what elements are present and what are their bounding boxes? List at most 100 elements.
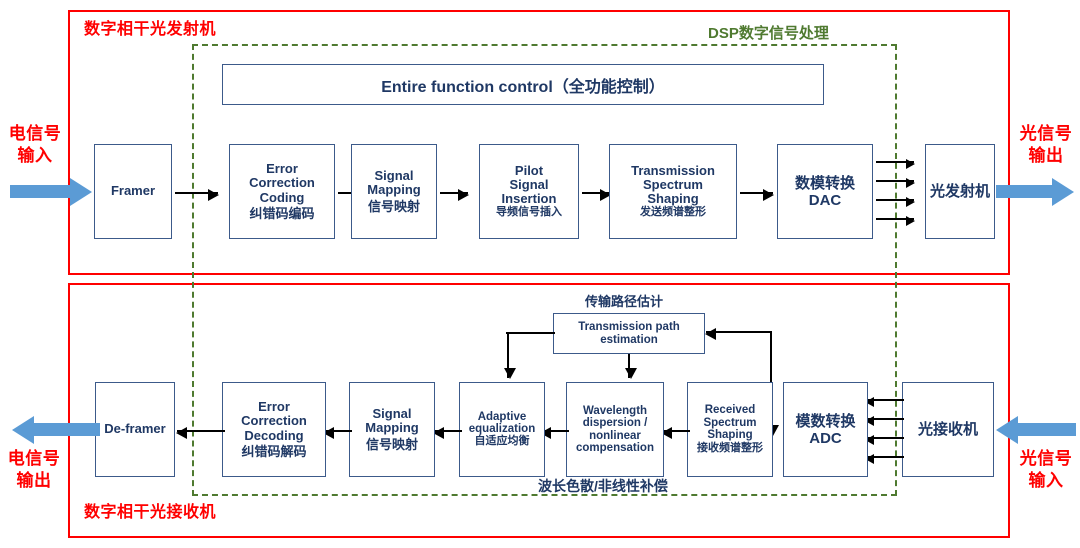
adc-to-tpe-arrowhead bbox=[705, 327, 720, 340]
tx-dac-en: DAC bbox=[808, 191, 842, 209]
rx-wdc-line4: compensation bbox=[576, 441, 654, 454]
rx-arrow-wavelength-to-adaptive bbox=[540, 426, 569, 439]
tx-input-label: 电信号 输入 bbox=[4, 125, 66, 164]
rx-input-arrow bbox=[996, 416, 1080, 444]
tx-input-label-line2: 输入 bbox=[17, 146, 53, 165]
tx-block-error-correction-coding[interactable]: Error Correction Coding 纠错码编码 bbox=[229, 144, 335, 239]
rx-adaptive-line1: Adaptive bbox=[477, 410, 527, 423]
rx-adaptive-line2: equalization bbox=[468, 423, 536, 436]
rx-block-adc[interactable]: 模数转换 ADC bbox=[783, 382, 868, 477]
tx-tss-cn: 发送频谱整形 bbox=[640, 206, 706, 219]
tx-dac-bus-lane-2 bbox=[876, 177, 915, 188]
dsp-region-label: DSP数字信号处理 bbox=[708, 25, 829, 42]
tx-ecc-cn: 纠错码编码 bbox=[249, 205, 315, 221]
rx-rss-line1: Received bbox=[704, 404, 756, 417]
rx-optical-receiver-cn: 光接收机 bbox=[917, 421, 978, 439]
tx-block-framer[interactable]: Framer bbox=[94, 144, 172, 239]
tx-ecc-line3: Coding bbox=[259, 189, 305, 205]
rx-wdc-line1: Wavelength bbox=[582, 404, 648, 417]
rx-tpe-line2: estimation bbox=[600, 333, 658, 346]
rx-block-error-correction-decoding[interactable]: Error Correction Decoding 纠错码解码 bbox=[222, 382, 326, 477]
tx-block-optical-transmitter[interactable]: 光发射机 bbox=[925, 144, 995, 239]
tx-input-arrow bbox=[10, 178, 94, 206]
rx-adaptive-cn: 自适应均衡 bbox=[474, 435, 530, 448]
rx-arrow-sigmap-to-ecd bbox=[323, 426, 352, 439]
tx-pilot-cn: 导频信号插入 bbox=[496, 206, 562, 219]
rx-bottom-caption: 波长色散/非线性补偿 bbox=[538, 478, 668, 494]
rx-block-optical-receiver[interactable]: 光接收机 bbox=[902, 382, 994, 477]
tx-input-label-line1: 电信号 bbox=[8, 124, 62, 143]
rx-output-label: 电信号 输出 bbox=[2, 450, 66, 489]
rx-sigmap-cn: 信号映射 bbox=[365, 436, 418, 452]
entire-function-control-box[interactable]: Entire function control（全功能控制） bbox=[222, 64, 824, 105]
rx-adc-bus-lane-4 bbox=[865, 453, 904, 464]
tx-arrow-4 bbox=[582, 188, 611, 201]
rx-deframer-label: De-framer bbox=[104, 421, 166, 437]
tx-tss-line2: Spectrum bbox=[643, 177, 703, 193]
tx-arrow-1 bbox=[175, 188, 219, 201]
rx-block-adaptive-equalization[interactable]: Adaptive equalization 自适应均衡 bbox=[459, 382, 545, 477]
tx-block-signal-mapping[interactable]: Signal Mapping 信号映射 bbox=[351, 144, 437, 239]
rx-input-label-line1: 光信号 bbox=[1019, 449, 1073, 468]
tx-block-transmission-spectrum-shaping[interactable]: Transmission Spectrum Shaping 发送频谱整形 bbox=[609, 144, 737, 239]
tx-pilot-line3: Insertion bbox=[501, 191, 557, 207]
tx-tss-line1: Transmission bbox=[631, 163, 715, 179]
tx-block-pilot-signal-insertion[interactable]: Pilot Signal Insertion 导频信号插入 bbox=[479, 144, 579, 239]
tx-sigmap-cn: 信号映射 bbox=[367, 198, 420, 214]
tx-arrow-3 bbox=[440, 188, 469, 201]
rx-adc-en: ADC bbox=[809, 429, 842, 447]
tx-output-label: 光信号 输出 bbox=[1014, 125, 1078, 164]
tx-block-framer-label: Framer bbox=[110, 183, 156, 199]
rx-arrow-rss-to-wavelength bbox=[661, 426, 690, 439]
tx-output-label-line2: 输出 bbox=[1028, 146, 1064, 165]
rx-block-transmission-path-estimation[interactable]: Transmission path estimation bbox=[553, 313, 705, 354]
rx-sigmap-line2: Mapping bbox=[365, 420, 419, 436]
rx-input-label: 光信号 输入 bbox=[1014, 450, 1078, 489]
rx-output-label-line2: 输出 bbox=[16, 471, 52, 490]
rx-ecd-line2: Correction bbox=[241, 413, 307, 429]
rx-block-wavelength-dispersion-compensation[interactable]: Wavelength dispersion / nonlinear compen… bbox=[566, 382, 664, 477]
entire-function-control-label: Entire function control（全功能控制） bbox=[381, 78, 665, 96]
tx-pilot-line1: Pilot bbox=[514, 163, 544, 179]
rx-adc-cn: 模数转换 bbox=[795, 413, 856, 431]
tx-pilot-line2: Signal bbox=[509, 177, 549, 193]
tx-output-arrow bbox=[996, 178, 1080, 206]
tx-optical-transmitter-cn: 光发射机 bbox=[929, 183, 990, 201]
rx-rss-line3: Shaping bbox=[707, 429, 753, 442]
tx-output-label-line1: 光信号 bbox=[1019, 124, 1073, 143]
tx-block-dac[interactable]: 数模转换 DAC bbox=[777, 144, 873, 239]
rx-wdc-line3: nonlinear bbox=[589, 429, 641, 442]
tx-ecc-line2: Correction bbox=[249, 175, 315, 191]
tx-sigmap-line2: Mapping bbox=[367, 182, 421, 198]
rx-output-arrow bbox=[10, 416, 100, 444]
rx-wdc-line2: dispersion / bbox=[582, 417, 648, 430]
tx-dac-bus-lane-4 bbox=[876, 215, 915, 226]
rx-output-label-line1: 电信号 bbox=[7, 449, 61, 468]
rx-arrow-ecd-to-deframer bbox=[176, 426, 225, 439]
rx-adc-bus-lane-2 bbox=[865, 415, 904, 426]
tx-arrow-5 bbox=[740, 188, 774, 201]
tx-tss-line3: Shaping bbox=[647, 191, 699, 207]
rx-arrow-adaptive-to-sigmap bbox=[433, 426, 462, 439]
transmission-path-estimation-caption: 传输路径估计 bbox=[585, 294, 664, 309]
transmitter-section-title: 数字相干光发射机 bbox=[84, 21, 217, 38]
rx-sigmap-line1: Signal bbox=[372, 406, 412, 422]
tx-ecc-line1: Error bbox=[266, 161, 298, 177]
rx-input-label-line2: 输入 bbox=[1028, 471, 1064, 490]
rx-rss-cn: 接收频谱整形 bbox=[697, 441, 763, 454]
rx-ecd-line1: Error bbox=[258, 399, 290, 415]
rx-adc-bus-lane-3 bbox=[865, 434, 904, 445]
rx-adc-bus-lane-1 bbox=[865, 396, 904, 407]
rx-tpe-line1: Transmission path bbox=[578, 321, 680, 334]
tx-dac-cn: 数模转换 bbox=[794, 175, 855, 193]
rx-ecd-cn: 纠错码解码 bbox=[241, 443, 307, 459]
diagram-canvas: 数字相干光发射机 数字相干光接收机 DSP数字信号处理 Entire funct… bbox=[0, 0, 1080, 548]
rx-block-signal-mapping[interactable]: Signal Mapping 信号映射 bbox=[349, 382, 435, 477]
rx-block-de-framer[interactable]: De-framer bbox=[95, 382, 175, 477]
tpe-to-adaptive-horizontal bbox=[506, 332, 555, 334]
receiver-section-title: 数字相干光接收机 bbox=[84, 504, 217, 521]
rx-block-received-spectrum-shaping[interactable]: Received Spectrum Shaping 接收频谱整形 bbox=[687, 382, 773, 477]
tx-dac-bus-lane-1 bbox=[876, 158, 915, 169]
rx-ecd-line3: Decoding bbox=[244, 427, 304, 443]
tpe-to-adaptive-vertical-arrow bbox=[503, 332, 516, 379]
